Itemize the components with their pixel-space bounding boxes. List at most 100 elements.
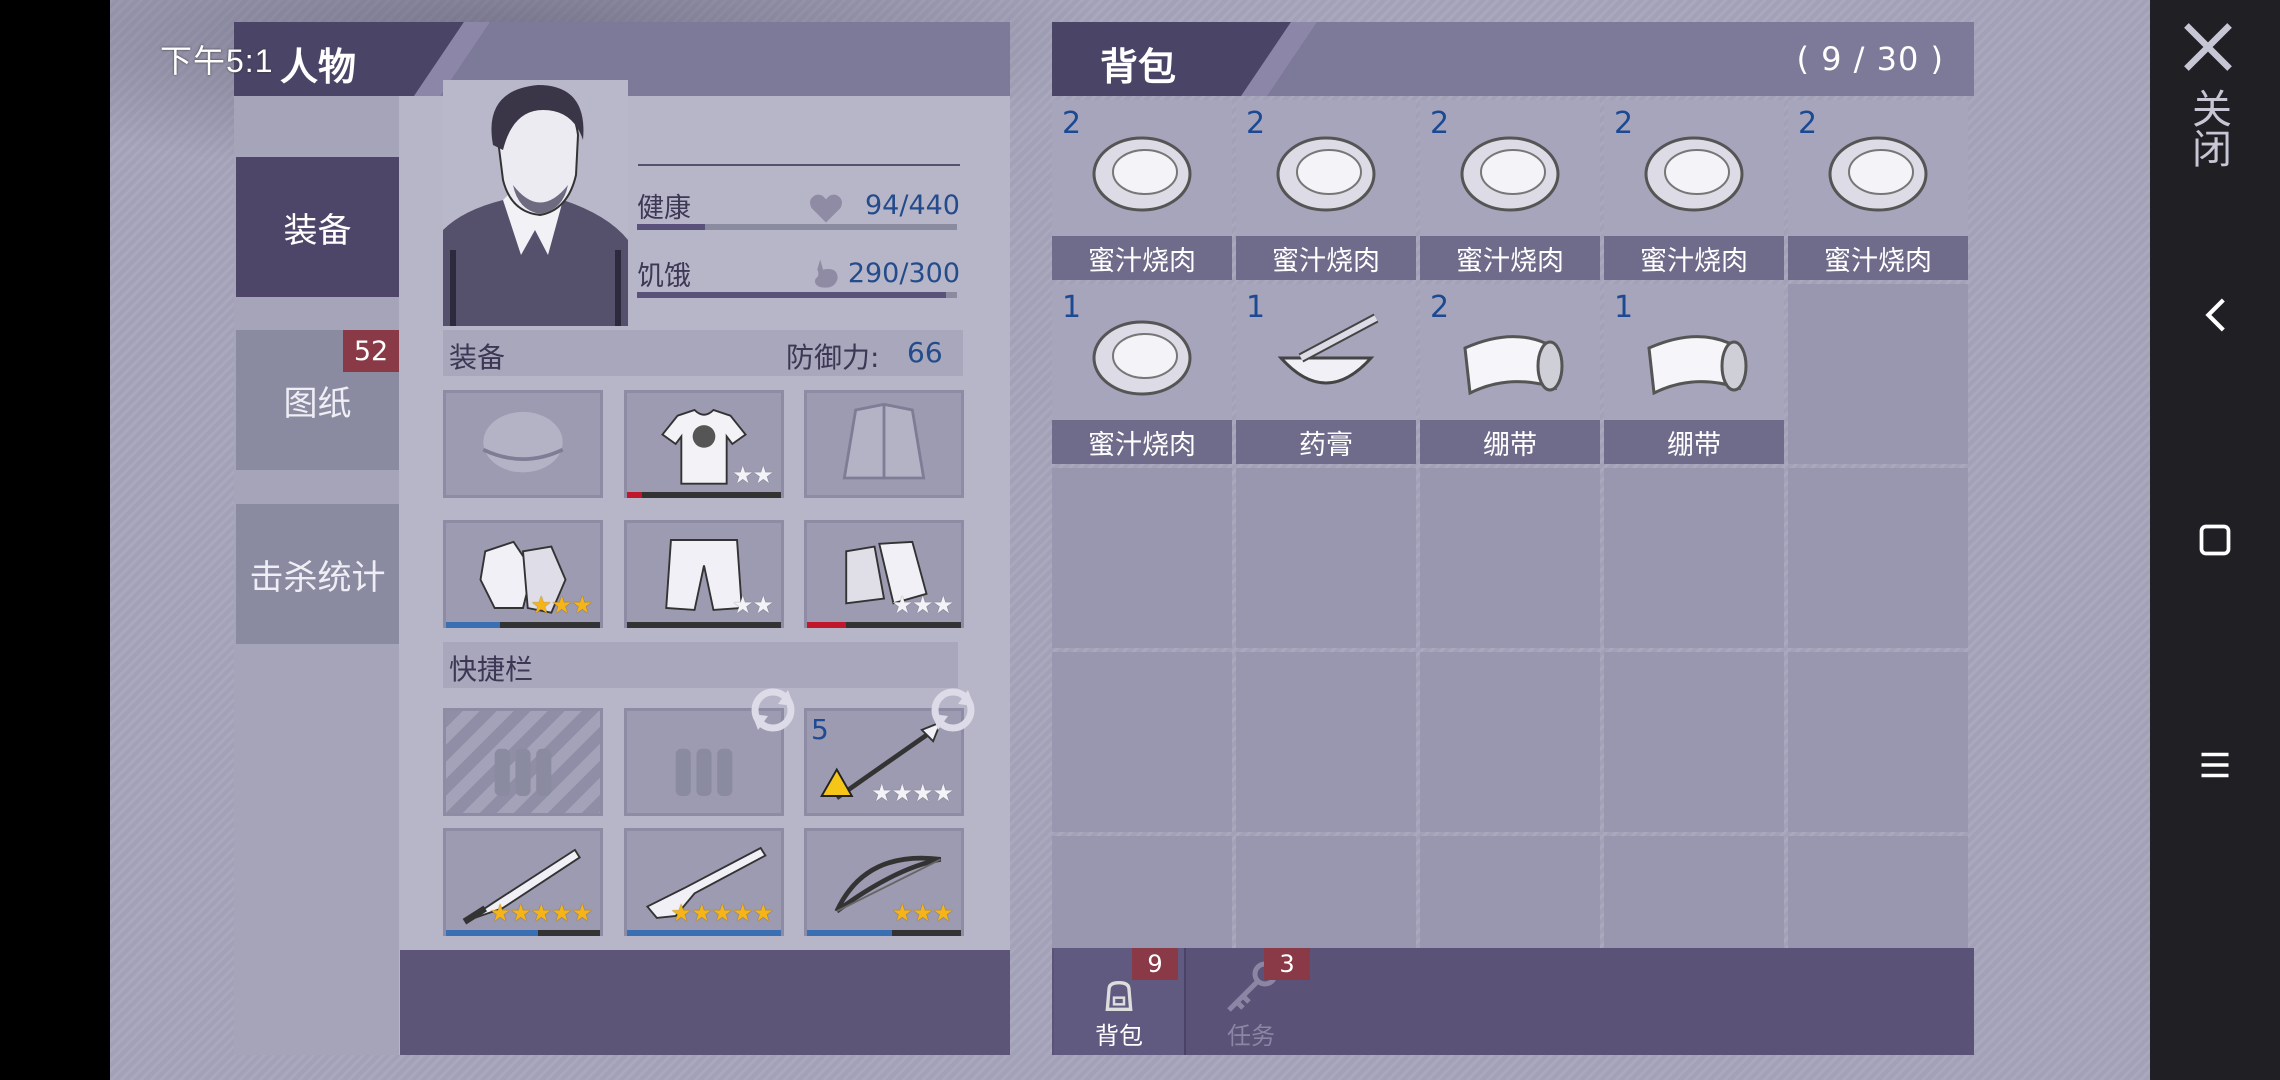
close-label: 关闭 <box>2185 88 2231 168</box>
star-icon: ★ <box>731 591 753 619</box>
health-bar <box>637 224 957 230</box>
bag-empty-slot[interactable] <box>1420 652 1600 832</box>
blueprints-badge: 52 <box>343 330 399 372</box>
equipment-section-header: 装备 防御力: 66 <box>443 330 963 376</box>
durability-bar <box>807 930 961 936</box>
quickbar-slot-shotgun[interactable]: ★★★★★ <box>624 828 784 936</box>
hunger-label: 饥饿 <box>637 261 691 292</box>
bag-empty-slot[interactable] <box>1052 468 1232 648</box>
quickbar-slot-machete[interactable]: ★★★★★ <box>443 828 603 936</box>
slot-count: 5 <box>811 713 829 746</box>
star-icon: ★ <box>571 591 592 619</box>
meat-icon <box>1276 136 1376 212</box>
bandage-icon <box>1463 335 1564 396</box>
quickbar-slot-bow[interactable]: ★★★ <box>804 828 964 936</box>
star-icon: ★ <box>891 591 912 619</box>
meat-icon <box>1092 136 1192 212</box>
nav-menu-button[interactable] <box>2150 720 2280 810</box>
close-icon <box>2184 23 2232 71</box>
bag-item[interactable]: 2 蜜汁烧肉 <box>1052 100 1232 280</box>
item-count: 2 <box>1430 290 1450 325</box>
tab-bag[interactable]: 背包 9 <box>1054 948 1184 1055</box>
star-icon: ★ <box>571 899 592 927</box>
star-icon: ★ <box>530 899 551 927</box>
bag-item[interactable]: 2 蜜汁烧肉 <box>1236 100 1416 280</box>
rating-stars: ★★★★★ <box>670 899 774 927</box>
item-count: 2 <box>1614 106 1634 141</box>
bag-empty-slot[interactable] <box>1052 652 1232 832</box>
item-name: 蜜汁烧肉 <box>1236 236 1416 280</box>
bag-item[interactable]: 2 绷带 <box>1420 284 1600 464</box>
tab-equipment[interactable]: 装备 <box>236 157 399 297</box>
equipment-slot-boots[interactable]: ★★★ <box>804 520 964 628</box>
tab-blueprints-label: 图纸 <box>283 383 352 424</box>
item-name: 蜜汁烧肉 <box>1788 236 1968 280</box>
star-icon: ★ <box>752 591 773 619</box>
equipment-slot-jacket[interactable] <box>804 390 964 498</box>
bag-empty-slot[interactable] <box>1236 652 1416 832</box>
bag-empty-slot[interactable] <box>1604 468 1784 648</box>
quests-tab-badge: 3 <box>1264 948 1310 980</box>
equipment-slot-hat[interactable] <box>443 390 603 498</box>
star-icon: ★ <box>711 899 732 927</box>
equipment-slot-shirt[interactable]: ★★ <box>624 390 784 498</box>
star-icon: ★ <box>870 779 892 807</box>
screen: 人物 装备 图纸 52 击杀统计 健康 94/440 饥饿 290/300 装备… <box>0 0 2280 1080</box>
bag-empty-slot[interactable] <box>1236 468 1416 648</box>
item-count: 2 <box>1062 106 1082 141</box>
character-title: 人物 <box>280 45 357 89</box>
bag-header: 背包 ( 9 / 30 ) <box>1052 22 1974 96</box>
durability-bar <box>627 492 781 498</box>
durability-bar <box>627 622 781 628</box>
bag-empty-slot[interactable] <box>1788 468 1968 648</box>
bag-empty-slot[interactable] <box>1788 284 1968 464</box>
quickbar-slot-ammo-locked[interactable] <box>443 708 603 816</box>
bag-item[interactable]: 2 蜜汁烧肉 <box>1604 100 1784 280</box>
star-icon: ★ <box>932 899 953 927</box>
meat-icon <box>1460 136 1560 212</box>
item-name: 蜜汁烧肉 <box>1420 236 1600 280</box>
tab-kill-stats[interactable]: 击杀统计 <box>236 504 399 644</box>
rating-stars: ★★★ <box>891 899 954 927</box>
item-name: 绷带 <box>1420 420 1600 464</box>
star-icon: ★ <box>731 461 753 489</box>
bag-empty-slot[interactable] <box>1604 652 1784 832</box>
bag-empty-slot[interactable] <box>1788 652 1968 832</box>
durability-bar <box>807 622 961 628</box>
star-icon: ★ <box>530 591 551 619</box>
hat-icon <box>482 411 564 473</box>
star-icon: ★ <box>911 899 933 927</box>
item-name: 蜜汁烧肉 <box>1052 420 1232 464</box>
durability-bar <box>446 622 600 628</box>
nav-back-button[interactable] <box>2150 270 2280 360</box>
tab-quests[interactable]: 任务 3 <box>1186 948 1316 1055</box>
menu-icon <box>2201 752 2229 778</box>
bag-item[interactable]: 1 绷带 <box>1604 284 1784 464</box>
bag-item[interactable]: 1 蜜汁烧肉 <box>1052 284 1232 464</box>
stats-divider <box>638 164 960 166</box>
character-portrait <box>443 80 628 326</box>
rating-stars: ★★★★ <box>870 779 954 807</box>
equipment-section-label: 装备 <box>449 341 506 374</box>
status-time: 下午5:1 <box>160 43 274 79</box>
bag-item[interactable]: 2 蜜汁烧肉 <box>1788 100 1968 280</box>
bag-item[interactable]: 1 药膏 <box>1236 284 1416 464</box>
close-button[interactable]: 关闭 <box>2172 20 2244 220</box>
item-count: 1 <box>1614 290 1634 325</box>
backpack-icon <box>1105 980 1133 1011</box>
swap-icon[interactable] <box>922 684 984 736</box>
hunger-value: 290/300 <box>847 258 960 289</box>
equipment-slot-gloves[interactable]: ★★★ <box>443 520 603 628</box>
star-icon: ★ <box>670 899 691 927</box>
bag-empty-slot[interactable] <box>1420 468 1600 648</box>
equipment-slot-pants[interactable]: ★★ <box>624 520 784 628</box>
rating-stars: ★★ <box>731 591 774 619</box>
star-icon: ★ <box>752 461 773 489</box>
tab-kill-stats-label: 击杀统计 <box>249 557 386 598</box>
nav-home-button[interactable] <box>2150 495 2280 585</box>
meat-icon <box>1644 136 1744 212</box>
tab-blueprints[interactable]: 图纸 52 <box>236 330 399 470</box>
durability-bar <box>627 930 781 936</box>
bag-item[interactable]: 2 蜜汁烧肉 <box>1420 100 1600 280</box>
swap-icon[interactable] <box>742 684 804 736</box>
